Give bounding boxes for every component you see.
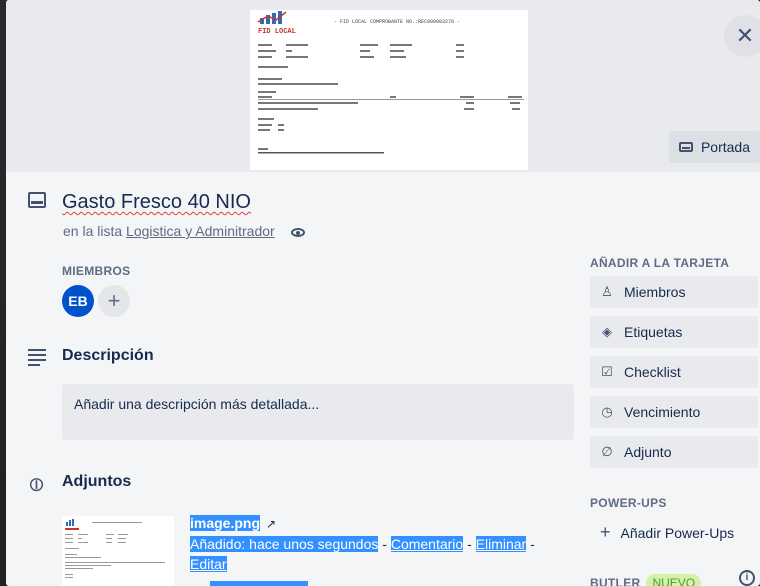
eye-icon[interactable]	[290, 227, 305, 237]
powerups-label: POWER-UPS	[590, 496, 667, 510]
attachment-name[interactable]: image.png	[190, 515, 261, 531]
attachment-button[interactable]: ∅ Adjunto	[590, 436, 758, 468]
make-cover-button[interactable]	[210, 581, 308, 586]
edit-link[interactable]: Editar	[190, 556, 227, 572]
attachment-added: Añadido: hace unos segundos	[190, 536, 379, 552]
butler-label: BUTLER	[590, 576, 641, 586]
description-title: Descripción	[62, 347, 154, 364]
card-title[interactable]: Gasto Fresco 40 NIO	[62, 191, 251, 214]
open-external-icon[interactable]: ↗	[266, 517, 276, 531]
paperclip-icon: ∅	[601, 444, 613, 459]
add-powerups-button[interactable]: + Añadir Power-Ups	[600, 522, 734, 543]
paperclip-icon: ⊘	[23, 471, 51, 499]
info-icon[interactable]: i	[739, 570, 755, 586]
butler-section: BUTLER NUEVO	[590, 574, 702, 586]
card-list-info: en la lista Logistica y Adminitrador	[63, 223, 305, 239]
attachment-preview	[65, 519, 165, 578]
cover-button[interactable]: Portada	[668, 131, 760, 163]
card-icon	[678, 142, 693, 152]
new-badge: NUEVO	[646, 574, 702, 586]
comment-link[interactable]: Comentario	[391, 536, 463, 552]
clock-icon: ◷	[601, 404, 613, 419]
close-icon[interactable]: ✕	[724, 15, 760, 57]
list-link[interactable]: Logistica y Adminitrador	[126, 223, 275, 239]
tag-icon: ◈	[602, 324, 612, 339]
person-icon: ♙	[601, 284, 613, 299]
cover-image[interactable]: FID LOCAL - FID LOCAL COMPROBANTE NO.:RE…	[250, 10, 528, 170]
due-date-button[interactable]: ◷ Vencimiento	[590, 396, 758, 428]
members-button[interactable]: ♙ Miembros	[590, 276, 758, 308]
doc-brand: FID LOCAL	[258, 28, 296, 36]
attachments-title: Adjuntos	[62, 473, 132, 490]
members-label: MIEMBROS	[62, 264, 131, 278]
delete-link[interactable]: Eliminar	[476, 536, 527, 552]
labels-button[interactable]: ◈ Etiquetas	[590, 316, 758, 348]
attachment-thumbnail[interactable]	[62, 516, 174, 586]
card-icon	[28, 192, 46, 208]
add-member-button[interactable]: +	[98, 285, 130, 317]
attachment-details: image.png ↗ Añadido: hace unos segundos -…	[190, 515, 535, 572]
doc-header: - FID LOCAL COMPROBANTE NO.:REC000003270…	[334, 19, 460, 25]
description-input[interactable]: Añadir una descripción más detallada...	[62, 384, 574, 440]
card-detail-modal: FID LOCAL - FID LOCAL COMPROBANTE NO.:RE…	[6, 0, 760, 586]
plus-icon: +	[600, 522, 611, 542]
description-icon	[28, 349, 46, 366]
add-to-card-label: AÑADIR A LA TARJETA	[590, 256, 730, 270]
card-cover: FID LOCAL - FID LOCAL COMPROBANTE NO.:RE…	[6, 0, 760, 172]
avatar[interactable]: EB	[62, 285, 94, 317]
receipt-preview: FID LOCAL - FID LOCAL COMPROBANTE NO.:RE…	[257, 11, 524, 154]
checkbox-icon: ☑	[601, 364, 613, 379]
cover-button-label: Portada	[700, 139, 750, 155]
checklist-button[interactable]: ☑ Checklist	[590, 356, 758, 388]
